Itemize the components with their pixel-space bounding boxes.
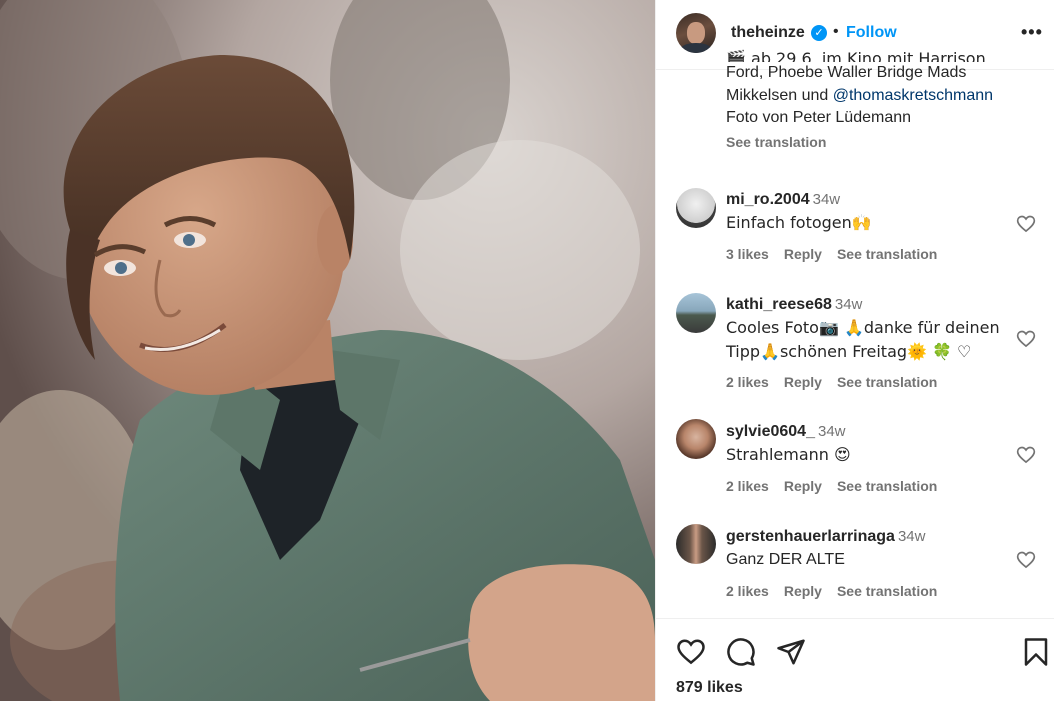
- comment-like-heart-icon[interactable]: [1016, 445, 1036, 465]
- comment-actions: 2 likes Reply See translation: [726, 478, 937, 494]
- commenter-avatar[interactable]: [676, 188, 716, 228]
- header-separator: •: [833, 23, 839, 40]
- comment-body: kathi_reese68 34w Cooles Foto📷 🙏danke für…: [726, 293, 1016, 364]
- author-username[interactable]: theheinze: [731, 24, 805, 42]
- comment-body: gerstenhauerlarrinaga 34w Ganz DER ALTE: [726, 525, 1016, 571]
- comment-likes[interactable]: 2 likes: [726, 478, 769, 494]
- comment-body: sylvie0604_ 34w Strahlemann 😍: [726, 420, 1016, 467]
- comment-time[interactable]: 34w: [835, 296, 863, 313]
- comment-body: mi_ro.2004 34w Einfach fotogen🙌: [726, 188, 1016, 235]
- comment-icon[interactable]: [726, 637, 756, 667]
- commenter-avatar[interactable]: [676, 293, 716, 333]
- post-side-panel: theheinze ✓ • Follow ••• 🎬 ab 29.6. im K…: [655, 0, 1054, 701]
- comment-text: Tipp🙏schönen Freitag🌞 🍀 ♡: [726, 342, 972, 361]
- caption-line: Mikkelsen und @thomaskretschmann: [726, 86, 994, 104]
- comment-time[interactable]: 34w: [813, 191, 841, 208]
- comment-text: Einfach fotogen🙌: [726, 213, 872, 232]
- comment-time[interactable]: 34w: [898, 528, 926, 545]
- comment-like-heart-icon[interactable]: [1016, 214, 1036, 234]
- verified-badge-icon: ✓: [811, 25, 827, 41]
- comment-text: Ganz DER ALTE: [726, 551, 845, 568]
- post-view: theheinze ✓ • Follow ••• 🎬 ab 29.6. im K…: [0, 0, 1054, 701]
- caption-line: Foto von Peter Lüdemann: [726, 109, 912, 126]
- comment-text: Strahlemann 😍: [726, 445, 851, 464]
- mention-link[interactable]: @thomaskretschmann: [833, 87, 993, 104]
- comment-like-heart-icon[interactable]: [1016, 329, 1036, 349]
- reply-button[interactable]: Reply: [784, 374, 822, 390]
- follow-button[interactable]: Follow: [846, 24, 897, 42]
- reply-button[interactable]: Reply: [784, 583, 822, 599]
- comment-username[interactable]: kathi_reese68: [726, 296, 832, 313]
- send-icon[interactable]: [776, 637, 806, 667]
- post-likes-count[interactable]: 879 likes: [676, 679, 743, 697]
- comment-time[interactable]: 34w: [818, 423, 846, 440]
- comment-likes[interactable]: 2 likes: [726, 374, 769, 390]
- author-avatar[interactable]: [676, 13, 716, 53]
- see-translation-link[interactable]: See translation: [837, 583, 937, 599]
- reply-button[interactable]: Reply: [784, 246, 822, 262]
- comment-like-heart-icon[interactable]: [1016, 550, 1036, 570]
- bookmark-icon[interactable]: [1021, 637, 1051, 667]
- post-caption: 🎬 ab 29.6. im Kino mit Harrison Ford, Ph…: [726, 49, 1026, 154]
- comment-likes[interactable]: 2 likes: [726, 583, 769, 599]
- see-translation-link[interactable]: See translation: [726, 131, 1026, 154]
- post-actions-bar: 879 likes: [656, 618, 1054, 701]
- caption-line-partial: 🎬 ab 29.6. im Kino mit Harrison: [726, 49, 986, 62]
- comment-text: Cooles Foto📷 🙏danke für deinen: [726, 318, 1000, 337]
- portrait-illustration: [0, 0, 655, 701]
- see-translation-link[interactable]: See translation: [837, 478, 937, 494]
- see-translation-link[interactable]: See translation: [837, 246, 937, 262]
- see-translation-link[interactable]: See translation: [837, 374, 937, 390]
- commenter-avatar[interactable]: [676, 524, 716, 564]
- comment-actions: 3 likes Reply See translation: [726, 246, 937, 262]
- caption-line: Ford, Phoebe Waller Bridge Mads: [726, 64, 967, 81]
- comment-username[interactable]: gerstenhauerlarrinaga: [726, 528, 895, 545]
- comment-username[interactable]: mi_ro.2004: [726, 191, 810, 208]
- commenter-avatar[interactable]: [676, 419, 716, 459]
- reply-button[interactable]: Reply: [784, 478, 822, 494]
- heart-icon[interactable]: [676, 637, 706, 667]
- more-options-icon[interactable]: •••: [1021, 22, 1043, 43]
- comment-likes[interactable]: 3 likes: [726, 246, 769, 262]
- comment-actions: 2 likes Reply See translation: [726, 583, 937, 599]
- comment-username[interactable]: sylvie0604_: [726, 423, 815, 440]
- comment-actions: 2 likes Reply See translation: [726, 374, 937, 390]
- post-photo[interactable]: [0, 0, 655, 701]
